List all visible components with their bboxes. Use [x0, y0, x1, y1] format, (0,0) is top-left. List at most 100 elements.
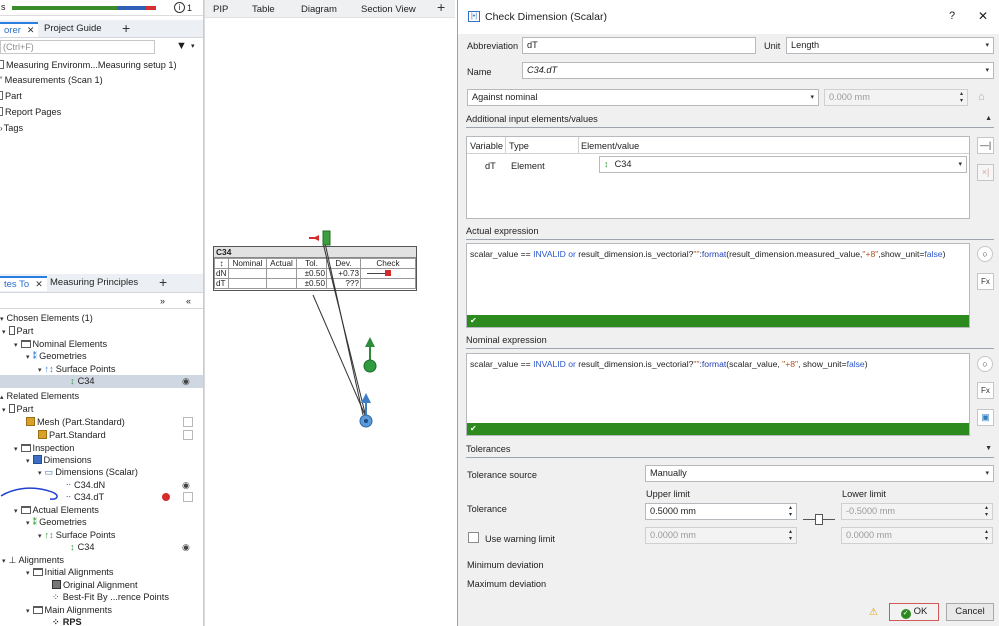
chevron-right-icon[interactable]: › — [0, 124, 3, 133]
actual-expression-editor[interactable]: scalar_value == INVALID or result_dimens… — [466, 243, 970, 328]
spinner-icon[interactable]: ▴ ▾ — [789, 505, 792, 519]
tree-item-best-fit[interactable]: ⁘ Best-Fit By ...rence Points — [0, 591, 204, 604]
tree-item-report-pages[interactable]: Report Pages — [0, 106, 204, 119]
checkbox[interactable] — [183, 430, 193, 440]
search-input[interactable]: (Ctrl+F) — [0, 40, 155, 54]
chevron-down-icon[interactable]: ▾ — [26, 458, 30, 465]
add-tab-icon[interactable]: + — [159, 274, 167, 290]
function-button[interactable]: Fx — [977, 273, 994, 290]
tree-item-main-alignments[interactable]: ▾ Main Alignments — [0, 604, 204, 617]
chevron-down-icon[interactable]: ▾ — [191, 42, 195, 50]
tree-item-tags[interactable]: ›Tags — [0, 122, 204, 135]
help-button[interactable]: ? — [949, 10, 955, 22]
chevron-down-icon[interactable]: ▾ — [2, 329, 6, 336]
chevron-down-icon[interactable]: ▾ — [14, 508, 18, 515]
warning-upper-input[interactable]: 0.0000 mm ▴ ▾ — [645, 527, 797, 544]
chosen-elements-header[interactable]: ▾ Chosen Elements (1) — [0, 312, 204, 325]
eye-icon[interactable]: ◉ — [182, 541, 190, 554]
function-button[interactable]: Fx — [977, 382, 994, 399]
chevron-down-icon[interactable]: ▾ — [26, 570, 30, 577]
eye-icon[interactable]: ◉ — [182, 479, 190, 492]
warning-limit-checkbox[interactable] — [468, 532, 479, 543]
spinner-icon[interactable]: ▴ ▾ — [960, 91, 963, 105]
add-tab-icon[interactable]: + — [437, 0, 445, 15]
close-button[interactable]: ✕ — [978, 9, 988, 23]
unit-select[interactable]: Length ▾ — [786, 37, 994, 54]
record-button[interactable]: ○ — [977, 246, 993, 262]
3d-view[interactable]: PIP Table Diagram Section View + C34 ↕ N… — [204, 0, 455, 626]
info-icon[interactable]: i — [174, 2, 185, 13]
script-button[interactable]: ▣ — [977, 409, 994, 426]
link-icon[interactable] — [815, 514, 823, 525]
tree-item-actual-elements[interactable]: ▾ Actual Elements — [0, 504, 204, 517]
collapse-all-icon[interactable]: » — [160, 296, 165, 306]
add-variable-button[interactable]: —| — [977, 137, 994, 154]
tree-item-surface-points[interactable]: ▾ ↑↕ Surface Points — [0, 529, 204, 542]
tab-section-view[interactable]: Section View — [361, 4, 416, 15]
spinner-icon[interactable]: ▴ ▾ — [985, 529, 988, 543]
add-tab-icon[interactable]: + — [122, 20, 130, 36]
tree-item-c34-selected[interactable]: ↕ C34 ◉ — [0, 375, 204, 388]
tolerances-section-header[interactable]: Tolerances ▼ — [466, 444, 994, 458]
nominal-value-input[interactable]: 0.000 mm ▴ ▾ — [824, 89, 968, 106]
tree-item-geometries[interactable]: ▾ ⁑ Geometries — [0, 350, 204, 363]
nominal-expression-editor[interactable]: scalar_value == INVALID or result_dimens… — [466, 353, 970, 436]
tree-item-measuring-environment[interactable]: Measuring Environm...Measuring setup 1) — [0, 59, 204, 72]
chevron-down-icon[interactable]: ▾ — [14, 446, 18, 453]
tree-item-initial-alignments[interactable]: ▾ Initial Alignments — [0, 566, 204, 579]
tree-item-c34[interactable]: ↕ C34 ◉ — [0, 541, 204, 554]
tree-item-inspection[interactable]: ▾ Inspection — [0, 442, 204, 455]
warning-lower-input[interactable]: 0.0000 mm ▴ ▾ — [841, 527, 993, 544]
checkbox[interactable] — [183, 417, 193, 427]
tree-item-dimensions[interactable]: ▾ Dimensions — [0, 454, 204, 467]
tree-item-dimensions-scalar[interactable]: ▾ ▭ Dimensions (Scalar) — [0, 466, 204, 479]
tab-table[interactable]: Table — [252, 4, 275, 15]
tab-measuring-principles[interactable]: Measuring Principles — [46, 276, 142, 291]
tab-pip[interactable]: PIP — [213, 4, 228, 15]
chevron-down-icon[interactable]: ▾ — [26, 608, 30, 615]
tree-item-part[interactable]: Part — [0, 90, 204, 103]
lock-icon[interactable]: ⌂ — [978, 91, 985, 103]
tree-item-part[interactable]: ▾ Part — [0, 325, 204, 338]
record-button[interactable]: ○ — [977, 356, 993, 372]
additional-section-header[interactable]: Additional input elements/values ▲ — [466, 114, 994, 128]
tree-item-part[interactable]: ▾ Part — [0, 403, 204, 416]
tab-relates-to[interactable]: tes To ✕ — [0, 276, 47, 291]
spinner-icon[interactable]: ▴ ▾ — [985, 505, 988, 519]
tree-item-geometries[interactable]: ▾ ⁑ Geometries — [0, 516, 204, 529]
chevron-down-icon[interactable]: ▾ — [38, 470, 42, 477]
related-elements-header[interactable]: ▴ Related Elements — [0, 390, 204, 403]
tab-explorer[interactable]: orer ✕ — [0, 22, 39, 37]
cancel-button[interactable]: Cancel — [946, 603, 994, 621]
tree-item-surface-points[interactable]: ▾ ↑↕ Surface Points — [0, 363, 204, 376]
checkbox[interactable] — [183, 492, 193, 502]
tree-item-alignments[interactable]: ▾ ⊥ Alignments — [0, 554, 204, 567]
close-icon[interactable]: ✕ — [35, 279, 43, 289]
check-mode-select[interactable]: Against nominal ▾ — [467, 89, 819, 106]
lower-limit-input[interactable]: -0.5000 mm ▴ ▾ — [841, 503, 993, 520]
abbreviation-input[interactable]: dT — [522, 37, 756, 54]
filter-icon[interactable]: ▼ — [176, 40, 187, 52]
tree-item-rps[interactable]: ⁘ RPS — [0, 616, 204, 626]
tree-item-mesh[interactable]: Mesh (Part.Standard) — [0, 416, 204, 429]
chevron-down-icon[interactable]: ▾ — [0, 316, 4, 323]
chevron-down-icon[interactable]: ▾ — [26, 520, 30, 527]
chevron-down-icon[interactable]: ▾ — [26, 354, 30, 361]
tree-item-part-standard[interactable]: Part.Standard — [0, 429, 204, 442]
chevron-down-icon[interactable]: ▾ — [38, 533, 42, 540]
tree-item-nominal-elements[interactable]: ▾ Nominal Elements — [0, 338, 204, 351]
tab-project-guide[interactable]: Project Guide — [40, 22, 106, 37]
expand-all-icon[interactable]: « — [186, 296, 191, 306]
name-select[interactable]: C34.dT ▾ — [522, 62, 994, 79]
chevron-down-icon[interactable]: ▾ — [2, 558, 6, 565]
chevron-down-icon[interactable]: ▾ — [2, 407, 6, 414]
upper-limit-input[interactable]: 0.5000 mm ▴ ▾ — [645, 503, 797, 520]
chevron-down-icon[interactable]: ▴ — [0, 394, 4, 401]
remove-variable-button[interactable]: ×| — [977, 164, 994, 181]
eye-icon[interactable]: ◉ — [182, 375, 190, 388]
tolerance-source-select[interactable]: Manually ▾ — [645, 465, 994, 482]
close-icon[interactable]: ✕ — [27, 25, 35, 35]
tree-item-original-alignment[interactable]: Original Alignment — [0, 579, 204, 592]
tree-item-measurements[interactable]: ˚ Measurements (Scan 1) — [0, 74, 204, 87]
spinner-icon[interactable]: ▴ ▾ — [789, 529, 792, 543]
